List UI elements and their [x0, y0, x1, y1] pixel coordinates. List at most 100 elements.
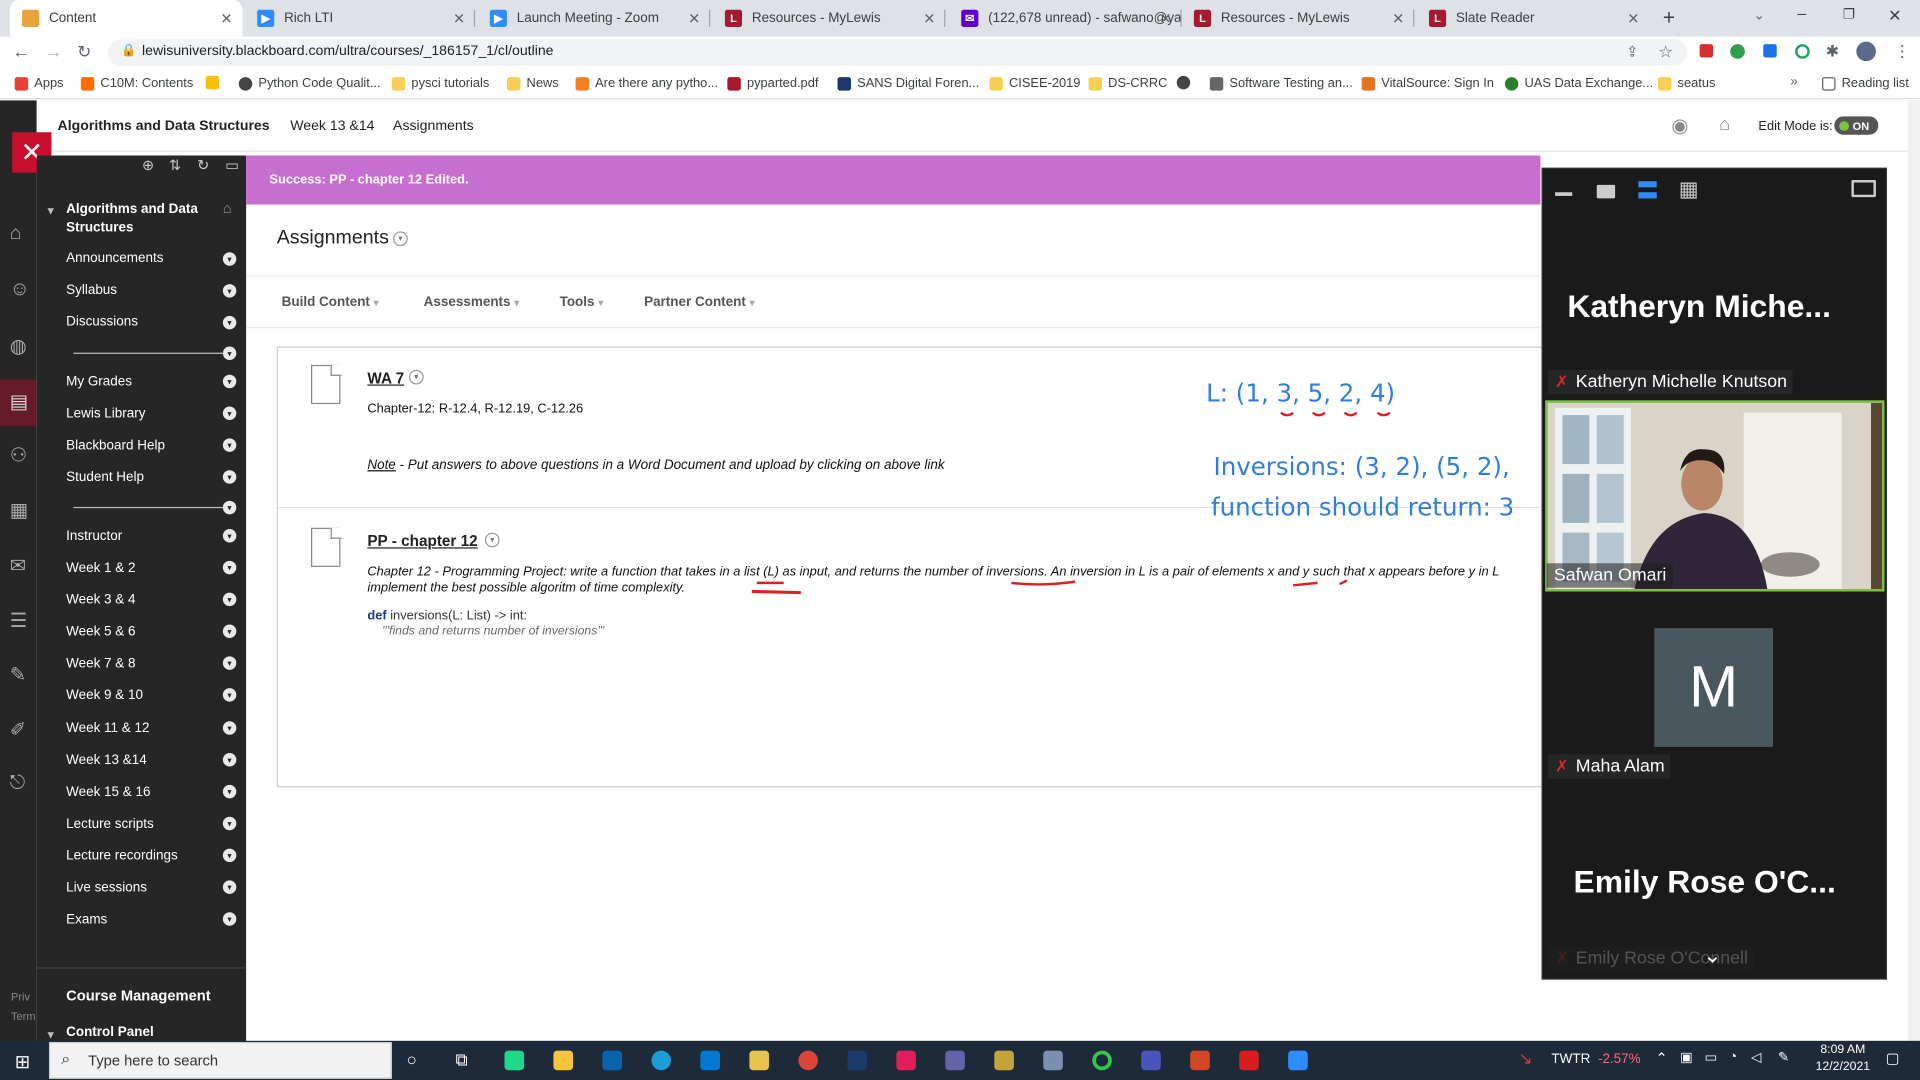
sign-out-icon[interactable]: ⎋	[10, 773, 25, 795]
globe-icon[interactable]: ◍	[10, 334, 27, 358]
item-options-icon[interactable]: ▾	[222, 438, 237, 452]
expand-icon[interactable]: ▼	[45, 1029, 56, 1041]
bookmark-news[interactable]: News	[506, 76, 559, 91]
reading-list[interactable]: Reading list	[1822, 76, 1909, 91]
close-tab-icon[interactable]: ✕	[453, 10, 465, 27]
sidebar-item-week-9-10[interactable]: Week 9 & 10	[66, 688, 143, 703]
extensions-puzzle-icon[interactable]: ✱	[1826, 42, 1839, 62]
close-tab-icon[interactable]: ✕	[1627, 10, 1639, 27]
outlook-icon[interactable]	[602, 1050, 623, 1071]
reload-icon[interactable]: ↻	[77, 42, 91, 63]
tray-icon[interactable]: ▣	[1680, 1049, 1693, 1066]
network-app-icon[interactable]	[1043, 1050, 1063, 1071]
bookmark-uas[interactable]: UAS Data Exchange...	[1504, 76, 1653, 91]
assignment-link-wa7[interactable]: WA 7	[367, 370, 404, 387]
tab-search-icon[interactable]: ⌄	[1753, 7, 1764, 24]
home-icon[interactable]: ⌂	[223, 200, 232, 217]
tab-content[interactable]: Content ✕	[9, 0, 243, 37]
bookmark-python-code[interactable]: Python Code Qualit...	[238, 76, 381, 91]
url-text[interactable]: lewisuniversity.blackboard.com/ultra/cou…	[142, 44, 553, 59]
sidebar-item-syllabus[interactable]: Syllabus	[66, 283, 117, 298]
clock-date[interactable]: 12/2/2021	[1812, 1060, 1873, 1073]
courses-icon[interactable]: ▤	[10, 389, 29, 413]
item-options-icon[interactable]: ▾	[222, 753, 237, 767]
close-tab-icon[interactable]: ✕	[688, 10, 700, 27]
close-window-icon[interactable]: ✕	[1888, 6, 1901, 26]
close-tab-icon[interactable]: ✕	[220, 10, 232, 27]
sidebar-item-discussions[interactable]: Discussions	[66, 315, 138, 330]
bookmark-pysci[interactable]: pysci tutorials	[391, 76, 489, 91]
bookmark-seatus[interactable]: seatus	[1657, 76, 1715, 91]
breadcrumb-week[interactable]: Week 13 &14	[290, 119, 374, 134]
sticky-notes-icon[interactable]	[749, 1050, 769, 1071]
institution-icon[interactable]: ⌂	[10, 223, 22, 245]
profile-avatar[interactable]	[1856, 41, 1876, 62]
add-menu-item-icon[interactable]: ⊕	[142, 157, 154, 174]
windows-start-icon[interactable]: ⊞	[15, 1051, 30, 1073]
tab-resources-2[interactable]: L Resources - MyLewis ✕	[1182, 0, 1415, 37]
clock-time[interactable]: 8:09 AM	[1812, 1043, 1873, 1056]
minimize-window-icon[interactable]: –	[1798, 4, 1807, 22]
page-scrollbar[interactable]	[1907, 100, 1920, 1041]
wifi-icon[interactable]: ◔	[1729, 1049, 1737, 1064]
grammarly-icon[interactable]	[1795, 44, 1810, 59]
item-options-icon[interactable]: ▾	[222, 721, 237, 735]
minimize-panel-icon[interactable]	[1555, 192, 1573, 196]
sidebar-item-lecture-recordings[interactable]: Lecture recordings	[66, 849, 178, 864]
control-panel-link[interactable]: Control Panel	[66, 1025, 154, 1040]
bookmark-pyparted[interactable]: pyparted.pdf	[727, 76, 818, 91]
battery-icon[interactable]: ▭	[1704, 1049, 1717, 1066]
bookmark-star-icon[interactable]: ☆	[1658, 42, 1673, 63]
tools-menu[interactable]: Tools ▾	[560, 295, 604, 310]
scroll-down-icon[interactable]: ⌄	[1703, 943, 1721, 969]
new-tab-icon[interactable]: +	[1663, 6, 1675, 30]
item-options-icon[interactable]: ▾	[222, 656, 237, 670]
lock-icon[interactable]: ⌂	[1719, 114, 1730, 135]
collapse-icon[interactable]: ▼	[45, 204, 56, 216]
chrome-icon[interactable]	[798, 1050, 818, 1071]
divider-options-icon[interactable]: ▾	[222, 500, 237, 515]
extension-icon[interactable]	[1699, 44, 1714, 58]
bookmark-software-testing[interactable]: Software Testing an...	[1209, 76, 1353, 91]
tab-slate-reader[interactable]: L Slate Reader ✕	[1417, 0, 1650, 37]
teams-icon[interactable]	[1141, 1050, 1161, 1071]
app-icon[interactable]	[1092, 1050, 1112, 1071]
terms-link[interactable]: Term	[11, 1010, 35, 1022]
notifications-icon[interactable]: ▢	[1886, 1049, 1900, 1066]
item-options-icon[interactable]: ▾	[222, 560, 237, 575]
gallery-view-icon[interactable]: ▦	[1679, 179, 1699, 200]
close-tab-icon[interactable]: ✕	[1160, 10, 1172, 27]
sidebar-item-lewis-library[interactable]: Lewis Library	[66, 407, 145, 422]
volume-icon[interactable]: ◁	[1751, 1049, 1761, 1066]
sidebar-item-week-1-2[interactable]: Week 1 & 2	[66, 561, 135, 576]
bookmark-folder[interactable]	[205, 75, 226, 90]
item-options-icon[interactable]: ▾	[222, 880, 237, 894]
pycharm-icon[interactable]	[504, 1050, 525, 1071]
sidebar-item-live-sessions[interactable]: Live sessions	[66, 880, 147, 895]
item-options-icon[interactable]: ▾	[222, 688, 237, 702]
sidebar-item-instructor[interactable]: Instructor	[66, 529, 122, 544]
sidebar-item-week-5-6[interactable]: Week 5 & 6	[66, 624, 135, 639]
calendar-icon[interactable]: ▦	[10, 498, 29, 522]
profile-icon[interactable]: ☺	[10, 279, 30, 301]
item-options-icon[interactable]: ▾	[222, 406, 237, 421]
tab-rich-lti[interactable]: ▶ Rich LTI ✕	[245, 0, 476, 37]
item-options-icon[interactable]: ▾	[408, 369, 424, 385]
page-options-icon[interactable]: ▾	[393, 231, 408, 247]
edit-icon[interactable]: ✐	[10, 718, 26, 742]
powerpoint-icon[interactable]	[1190, 1050, 1210, 1071]
tab-resources-1[interactable]: L Resources - MyLewis ✕	[713, 0, 946, 37]
close-tab-icon[interactable]: ✕	[1392, 10, 1404, 27]
reorder-icon[interactable]: ⇅	[169, 157, 181, 174]
bookmark-dscrrc[interactable]: DS-CRRC	[1088, 76, 1167, 91]
organizations-icon[interactable]: ⚇	[10, 443, 28, 467]
item-options-icon[interactable]: ▾	[484, 532, 500, 548]
build-content-menu[interactable]: Build Content ▾	[282, 295, 379, 310]
extension-icon[interactable]	[1730, 44, 1745, 59]
breadcrumb-assignments[interactable]: Assignments	[393, 119, 474, 134]
task-view-icon[interactable]: ⧉	[456, 1049, 468, 1070]
item-options-icon[interactable]: ▾	[222, 624, 237, 638]
acrobat-icon[interactable]	[1239, 1050, 1259, 1071]
item-options-icon[interactable]: ▾	[222, 528, 237, 543]
extension-icon[interactable]	[1763, 44, 1777, 58]
